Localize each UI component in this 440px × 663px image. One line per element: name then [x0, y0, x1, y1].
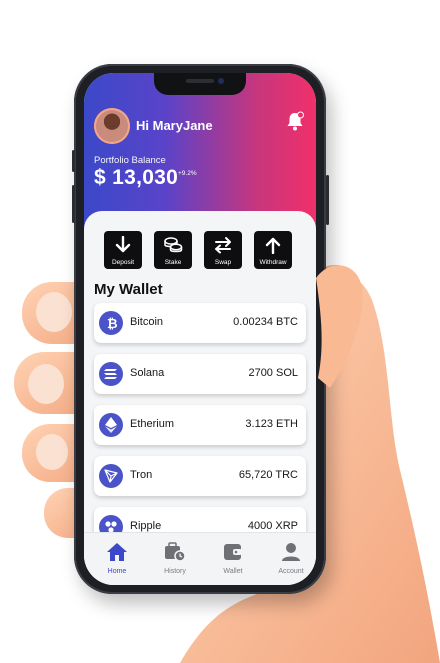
- coin-name: Solana: [130, 367, 165, 379]
- wallet-icon: [224, 544, 242, 560]
- svg-text:₿: ₿: [107, 316, 118, 330]
- avatar[interactable]: [94, 108, 130, 144]
- stake-button[interactable]: Stake: [154, 231, 192, 269]
- coin-name: Etherium: [130, 418, 175, 430]
- history-icon: [165, 542, 186, 562]
- coin-row-bitcoin[interactable]: ₿ Bitcoin 0.00234 BTC: [94, 303, 306, 343]
- portfolio-amount: $ 13,030: [94, 166, 179, 189]
- swap-button[interactable]: Swap: [204, 231, 242, 269]
- coin-name: Bitcoin: [130, 316, 164, 328]
- home-icon: [107, 543, 127, 561]
- withdraw-label: Withdraw: [259, 259, 287, 266]
- deposit-label: Deposit: [111, 259, 135, 266]
- tron-icon: [99, 464, 123, 488]
- account-icon: [282, 543, 300, 561]
- deposit-button[interactable]: Deposit: [104, 231, 142, 269]
- tab-account[interactable]: Account: [269, 533, 313, 585]
- coin-name: Ripple: [130, 520, 162, 532]
- portfolio-label: Portfolio Balance: [94, 155, 166, 166]
- tab-wallet[interactable]: Wallet: [211, 533, 255, 585]
- portfolio-change: +9.2%: [178, 170, 197, 177]
- thumb-illustration: [316, 265, 363, 388]
- coin-amount: 0.00234 BTC: [233, 316, 298, 328]
- bottom-tab-bar: Home History Wallet Account: [84, 532, 316, 585]
- solana-icon: [99, 362, 123, 386]
- wallet-title: My Wallet: [94, 281, 163, 298]
- arrow-up-icon: [265, 237, 281, 254]
- coin-stack-icon: [164, 237, 183, 253]
- phone-side-button: [72, 185, 75, 223]
- withdraw-button[interactable]: Withdraw: [254, 231, 292, 269]
- coin-amount: 3.123 ETH: [245, 418, 298, 430]
- phone-side-button: [326, 175, 329, 225]
- notification-bell-icon[interactable]: [286, 111, 304, 131]
- tab-history-label: History: [164, 568, 186, 575]
- tab-home-label: Home: [107, 568, 127, 575]
- coin-row-solana[interactable]: Solana 2700 SOL: [94, 354, 306, 394]
- tab-home[interactable]: Home: [95, 533, 139, 585]
- tab-history[interactable]: History: [153, 533, 197, 585]
- ethereum-icon: [99, 413, 123, 437]
- wallet-header: Hi MaryJane Portfolio Balance $ 13,030 +…: [84, 73, 316, 233]
- coin-amount: 4000 XRP: [247, 520, 298, 532]
- phone-screen: Hi MaryJane Portfolio Balance $ 13,030 +…: [84, 73, 316, 585]
- coin-amount: 2700 SOL: [248, 367, 298, 379]
- arrow-down-icon: [115, 236, 131, 253]
- tab-wallet-label: Wallet: [223, 568, 243, 575]
- tab-account-label: Account: [278, 568, 304, 575]
- bitcoin-icon: ₿: [99, 311, 123, 335]
- action-buttons: Deposit Stake Swap Withdraw: [104, 231, 292, 269]
- coin-name: Tron: [130, 469, 153, 481]
- wallet-content: Deposit Stake Swap Withdraw My Wallet ₿ …: [84, 211, 316, 585]
- coin-amount: 65,720 TRC: [238, 469, 298, 481]
- phone-side-button: [72, 150, 75, 172]
- phone-notch: [154, 73, 246, 95]
- coin-list: ₿ Bitcoin 0.00234 BTC Solana 2700 SOL Et…: [94, 303, 306, 558]
- user-greeting: Hi MaryJane: [136, 118, 213, 133]
- stake-label: Stake: [164, 259, 182, 266]
- coin-row-tron[interactable]: Tron 65,720 TRC: [94, 456, 306, 496]
- swap-label: Swap: [214, 259, 232, 266]
- swap-arrows-icon: [215, 237, 231, 254]
- coin-row-ethereum[interactable]: Etherium 3.123 ETH: [94, 405, 306, 445]
